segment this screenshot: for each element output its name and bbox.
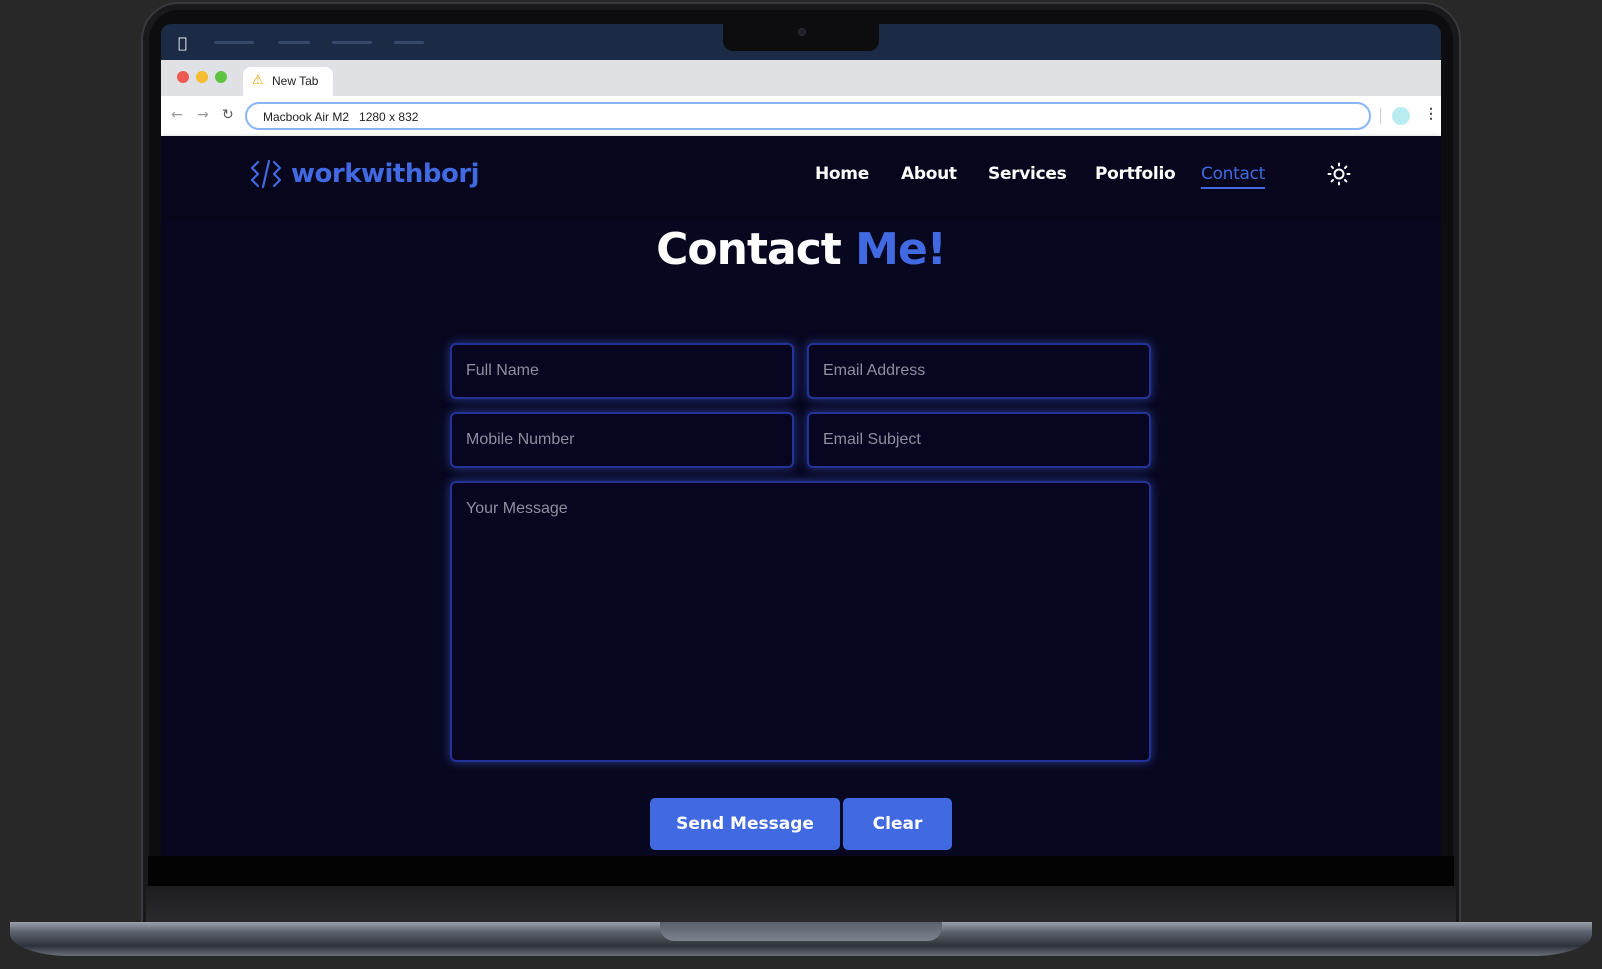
menu-placeholder xyxy=(278,41,310,44)
profile-avatar[interactable] xyxy=(1392,107,1410,125)
apple-icon[interactable]:  xyxy=(178,34,187,52)
nav-home[interactable]: Home xyxy=(815,164,869,184)
page-title: Contact Me! xyxy=(161,224,1441,275)
screen:  ⚠ New Tab ← → ↻ Macbook Air M2 1280 x … xyxy=(161,24,1441,856)
bottom-bezel xyxy=(148,856,1454,886)
address-text: Macbook Air M2 1280 x 832 xyxy=(263,110,419,124)
subject-input[interactable]: Email Subject xyxy=(807,412,1151,468)
title-accent: Me! xyxy=(855,224,947,275)
minimize-window-button[interactable] xyxy=(196,71,208,83)
email-input[interactable]: Email Address xyxy=(807,343,1151,399)
more-menu-icon[interactable]: ⋮ xyxy=(1424,105,1438,122)
browser-toolbar: ← → ↻ Macbook Air M2 1280 x 832 ⋮ xyxy=(161,96,1441,136)
forward-arrow-icon[interactable]: → xyxy=(197,107,209,123)
browser-tab[interactable]: ⚠ New Tab xyxy=(243,67,333,96)
address-bar[interactable]: Macbook Air M2 1280 x 832 xyxy=(245,102,1371,130)
full-name-input[interactable]: Full Name xyxy=(450,343,794,399)
clear-button[interactable]: Clear xyxy=(843,798,952,850)
logo-text: workwithborj xyxy=(291,159,480,189)
laptop-base-notch xyxy=(660,922,942,941)
sun-icon[interactable] xyxy=(1327,162,1351,186)
maximize-window-button[interactable] xyxy=(215,71,227,83)
nav-contact[interactable]: Contact xyxy=(1201,164,1265,189)
back-arrow-icon[interactable]: ← xyxy=(171,107,183,123)
subject-placeholder: Email Subject xyxy=(823,431,921,448)
camera-notch xyxy=(723,24,879,51)
warning-icon: ⚠ xyxy=(252,73,264,88)
website: workwithborj Home About Services Portfol… xyxy=(161,136,1441,856)
site-logo[interactable]: workwithborj xyxy=(250,158,480,190)
nav-services[interactable]: Services xyxy=(988,164,1067,184)
laptop-hinge xyxy=(146,886,1456,922)
message-textarea[interactable]: Your Message xyxy=(450,481,1151,762)
email-placeholder: Email Address xyxy=(823,362,926,379)
mobile-placeholder: Mobile Number xyxy=(466,431,575,448)
menu-placeholder xyxy=(214,41,254,44)
code-logo-icon xyxy=(250,159,282,189)
message-placeholder: Your Message xyxy=(466,500,568,517)
close-window-button[interactable] xyxy=(177,71,189,83)
reload-icon[interactable]: ↻ xyxy=(222,107,234,123)
menu-placeholder xyxy=(332,41,372,44)
mobile-input[interactable]: Mobile Number xyxy=(450,412,794,468)
full-name-placeholder: Full Name xyxy=(466,362,539,379)
send-message-button[interactable]: Send Message xyxy=(650,798,840,850)
site-navbar: workwithborj Home About Services Portfol… xyxy=(161,136,1441,216)
nav-about[interactable]: About xyxy=(901,164,957,184)
nav-portfolio[interactable]: Portfolio xyxy=(1095,164,1176,184)
camera-icon xyxy=(798,28,806,36)
browser-tabbar: ⚠ New Tab xyxy=(161,60,1441,96)
title-main: Contact xyxy=(656,224,842,275)
toolbar-divider xyxy=(1380,108,1381,124)
tab-title: New Tab xyxy=(272,74,319,88)
menu-placeholder xyxy=(394,41,424,44)
